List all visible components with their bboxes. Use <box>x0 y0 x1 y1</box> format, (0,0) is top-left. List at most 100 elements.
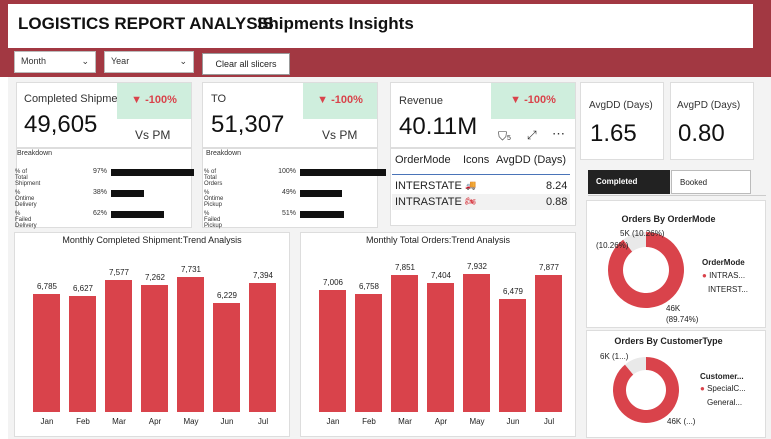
bar-value-label: 7,006 <box>322 278 344 287</box>
bar-value-label: 7,731 <box>180 265 202 274</box>
avgpd-value: 0.80 <box>678 120 725 147</box>
row-ordermode: INTERSTATE <box>395 180 462 192</box>
tab-divider <box>588 195 766 196</box>
bar-may[interactable] <box>177 277 204 412</box>
bar-value-label: 7,851 <box>394 263 416 272</box>
x-tick-label: Mar <box>112 417 126 426</box>
legend-label: SpecialC... <box>707 384 746 393</box>
chevron-down-icon: ⌄ <box>179 56 187 66</box>
revenue-value: 40.11M <box>399 113 478 140</box>
bar-apr[interactable] <box>427 283 454 412</box>
filter-icon[interactable]: ⛉5 <box>498 129 511 144</box>
breakdown-label: % of Total Orders <box>204 169 223 187</box>
breakdown-pct: 51% <box>281 210 296 217</box>
legend-item: ● INTRAS... <box>702 271 745 280</box>
breakdown-pct: 49% <box>281 189 296 196</box>
bar-jul[interactable] <box>249 283 276 412</box>
bar-value-label: 6,627 <box>72 284 94 293</box>
donut-label-small: 6K (1...) <box>600 352 629 361</box>
tab-booked[interactable]: Booked <box>671 170 751 194</box>
bar-value-label: 7,577 <box>108 268 130 277</box>
bar-mar[interactable] <box>391 275 418 412</box>
to-change-badge: ▼ -100% <box>303 83 377 119</box>
month-slicer-label: Month <box>21 56 47 66</box>
truck-icon: 🚚 <box>465 180 477 190</box>
x-tick-label: May <box>469 417 485 426</box>
bar-jan[interactable] <box>33 294 60 412</box>
motorbike-icon: 🏍 <box>465 196 477 206</box>
completed-shipment-value: 49,605 <box>24 111 98 138</box>
breakdown-label: % Failed Pickup <box>204 211 223 229</box>
revenue-label: Revenue <box>399 95 444 107</box>
bar-value-label: 7,404 <box>430 271 452 280</box>
x-tick-label: Jun <box>506 417 520 426</box>
row-avgdd: 0.88 <box>546 196 568 208</box>
bar-jun[interactable] <box>213 303 240 412</box>
legend-title: OrderMode <box>702 258 745 267</box>
x-tick-label: Mar <box>398 417 412 426</box>
bar-apr[interactable] <box>141 285 168 412</box>
report-subtitle: Shipments Insights <box>257 14 414 33</box>
donut-title: Orders By CustomerType <box>614 336 723 346</box>
breakdown-bar <box>111 169 194 176</box>
bar-mar[interactable] <box>105 280 132 412</box>
breakdown-label: % of Total Shipment <box>15 169 41 187</box>
more-options-icon[interactable]: ⋯ <box>552 126 565 142</box>
bar-value-label: 6,758 <box>358 282 380 291</box>
donut-label-large-pct: (89.74%) <box>666 315 699 324</box>
bar-may[interactable] <box>463 274 490 412</box>
x-tick-label: Feb <box>362 417 376 426</box>
x-tick-label: Jan <box>40 417 54 426</box>
col-header-icons: Icons <box>463 154 490 166</box>
bar-value-label: 7,394 <box>252 271 274 280</box>
focus-mode-icon[interactable]: ⤢ <box>527 128 537 143</box>
vs-pm-label: Vs PM <box>322 128 358 142</box>
x-tick-label: Feb <box>76 417 90 426</box>
report-title: LOGISTICS REPORT ANALYSIS <box>18 14 274 33</box>
legend-label: General... <box>707 398 743 407</box>
bar-value-label: 6,785 <box>36 282 58 291</box>
bar-feb[interactable] <box>69 296 96 412</box>
month-slicer[interactable]: Month ⌄ <box>14 51 96 73</box>
breakdown-title: Breakdown <box>206 150 242 157</box>
legend-label: INTRAS... <box>709 271 746 280</box>
x-tick-label: Apr <box>148 417 162 426</box>
to-value: 51,307 <box>211 111 285 138</box>
completed-trend-plot: 6,785 Jan 6,627 Feb 7,577 Mar 7,262 Apr 7,731 May… <box>14 232 290 437</box>
clear-slicers-button[interactable]: Clear all slicers <box>202 53 290 75</box>
legend-label: INTERST... <box>708 285 749 294</box>
bar-jul[interactable] <box>535 275 562 412</box>
legend-dot: ● <box>700 384 705 393</box>
orders-trend-plot: 7,006 Jan 6,758 Feb 7,851 Mar 7,404 Apr 7,932 May… <box>300 232 576 437</box>
legend-dot: ● <box>702 271 707 280</box>
bar-jun[interactable] <box>499 299 526 412</box>
avgpd-label: AvgPD (Days) <box>677 100 741 111</box>
bar-value-label: 7,262 <box>144 273 166 282</box>
breakdown-label: % Ontime Pickup <box>204 190 224 208</box>
breakdown-bar <box>300 190 342 197</box>
bar-feb[interactable] <box>355 294 382 412</box>
legend-title: Customer... <box>700 372 744 381</box>
donut-label-small: 5K (10.26%) <box>620 229 665 238</box>
year-slicer-label: Year <box>111 56 130 66</box>
donut-title: Orders By OrderMode <box>621 214 716 224</box>
row-avgdd: 8.24 <box>546 180 568 192</box>
bar-value-label: 7,932 <box>466 262 488 271</box>
tab-completed[interactable]: Completed <box>588 170 670 194</box>
ordermode-donut <box>608 232 684 308</box>
vs-pm-label: Vs PM <box>135 128 171 142</box>
donut-label-small-pct: (10.26%) <box>596 241 629 250</box>
filter-count: 5 <box>507 135 511 142</box>
col-header-avgdd: AvgDD (Days) <box>496 154 567 166</box>
bar-value-label: 6,479 <box>502 287 524 296</box>
breakdown-label: % Ontime Delivery <box>15 190 37 208</box>
year-slicer[interactable]: Year ⌄ <box>104 51 194 73</box>
row-ordermode: INTRASTATE <box>395 196 462 208</box>
bar-jan[interactable] <box>319 290 346 412</box>
legend-item: ● SpecialC... <box>700 384 746 393</box>
change-value: -100% <box>145 94 177 106</box>
to-label: TO <box>211 93 227 105</box>
completed-change-badge: ▼ -100% <box>117 83 191 119</box>
breakdown-bar <box>300 211 344 218</box>
bar-value-label: 7,877 <box>538 263 560 272</box>
